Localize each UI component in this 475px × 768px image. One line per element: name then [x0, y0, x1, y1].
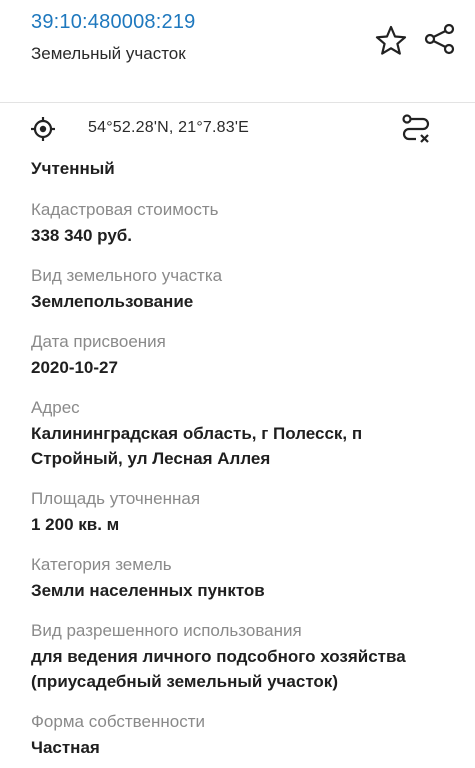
field-label: Вид земельного участка — [31, 266, 223, 285]
field-ownership-form: Форма собственности Частная — [31, 711, 451, 760]
star-outline-icon — [375, 25, 407, 55]
coordinates-bar: 54°52.28'N, 21°7.83'E — [0, 104, 475, 156]
field-label: Форма собственности — [31, 712, 205, 731]
field-land-category: Категория земель Земли населенных пункто… — [31, 554, 451, 603]
field-area: Площадь уточненная 1 200 кв. м — [31, 488, 451, 537]
field-value: 2020-10-27 — [31, 358, 118, 377]
route-button[interactable] — [399, 112, 433, 146]
field-value: для ведения личного подсобного хозяйства… — [31, 647, 406, 691]
field-value: Частная — [31, 738, 100, 757]
field-permitted-use: Вид разрешенного использования для веден… — [31, 620, 451, 694]
field-value: Земли населенных пунктов — [31, 581, 265, 600]
field-land-type: Вид земельного участка Землепользование — [31, 265, 451, 314]
favorite-button[interactable] — [374, 24, 408, 56]
field-address: Адрес Калининградская область, г Полесск… — [31, 397, 451, 471]
route-icon — [402, 114, 430, 143]
crosshair-target-icon — [31, 117, 55, 141]
field-value: 338 340 руб. — [31, 226, 133, 245]
field-label: Площадь уточненная — [31, 489, 201, 508]
field-label: Дата присвоения — [31, 332, 166, 351]
field-label: Кадастровая стоимость — [31, 200, 219, 219]
coordinates-text[interactable]: 54°52.28'N, 21°7.83'E — [88, 119, 249, 137]
field-value: Калининградская область, г Полесск, п Ст… — [31, 424, 363, 468]
header: 39:10:480008:219 Земельный участок — [0, 0, 475, 103]
field-value: Землепользование — [31, 292, 194, 311]
field-cadastral-value: Кадастровая стоимость 338 340 руб. — [31, 199, 451, 248]
object-type-subtitle: Земельный участок — [31, 44, 186, 63]
field-assignment-date: Дата присвоения 2020-10-27 — [31, 331, 451, 380]
cadastral-number[interactable]: 39:10:480008:219 — [31, 11, 195, 34]
status-value: Учтенный — [31, 159, 115, 178]
share-icon — [424, 23, 455, 55]
field-label: Категория земель — [31, 555, 172, 574]
locate-button[interactable] — [30, 116, 56, 142]
share-button[interactable] — [423, 22, 457, 56]
field-value: 1 200 кв. м — [31, 515, 120, 534]
field-label: Вид разрешенного использования — [31, 621, 302, 640]
details-list: Учтенный Кадастровая стоимость 338 340 р… — [31, 156, 451, 760]
field-label: Адрес — [31, 398, 80, 417]
